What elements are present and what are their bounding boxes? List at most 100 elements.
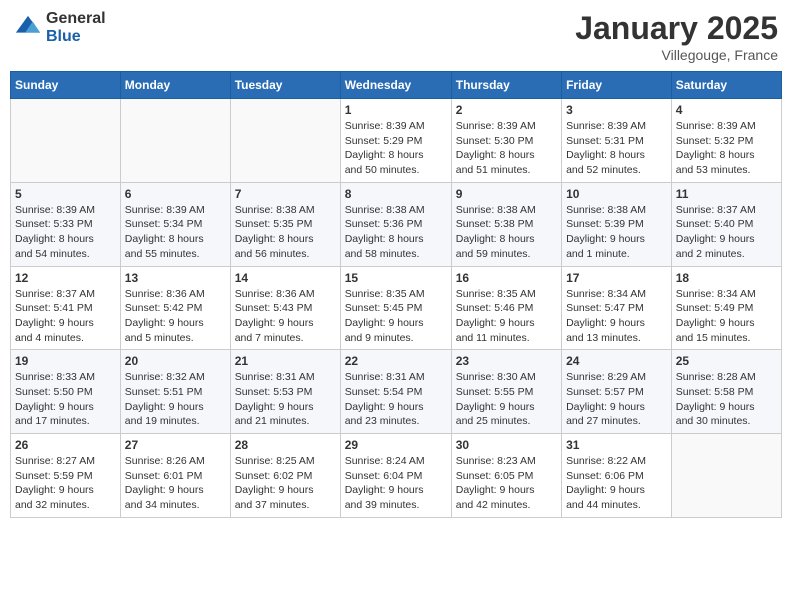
day-info: Sunrise: 8:23 AM Sunset: 6:05 PM Dayligh… [456, 454, 557, 513]
day-info: Sunrise: 8:30 AM Sunset: 5:55 PM Dayligh… [456, 370, 557, 429]
day-number: 11 [676, 187, 777, 201]
day-info: Sunrise: 8:39 AM Sunset: 5:30 PM Dayligh… [456, 119, 557, 178]
calendar-cell: 5Sunrise: 8:39 AM Sunset: 5:33 PM Daylig… [11, 182, 121, 266]
calendar-cell: 14Sunrise: 8:36 AM Sunset: 5:43 PM Dayli… [230, 266, 340, 350]
day-number: 31 [566, 438, 667, 452]
day-number: 28 [235, 438, 336, 452]
calendar-week-row: 1 Sunrise: 8:39 AM Sunset: 5:29 PM Daylig… [11, 99, 782, 183]
day-info: Sunrise: 8:34 AM Sunset: 5:49 PM Dayligh… [676, 287, 777, 346]
day-info: Sunrise: 8:25 AM Sunset: 6:02 PM Dayligh… [235, 454, 336, 513]
calendar-week-row: 26 Sunrise: 8:27 AM Sunset: 5:59 PM Dayli… [11, 434, 782, 518]
day-number: 3 [566, 103, 667, 117]
calendar-cell: 13 Sunrise: 8:36 AM Sunset: 5:42 PM Dayli… [120, 266, 230, 350]
weekday-header: Saturday [671, 72, 781, 99]
calendar-header: SundayMondayTuesdayWednesdayThursdayFrid… [11, 72, 782, 99]
calendar-cell: 31 Sunrise: 8:22 AM Sunset: 6:06 PM Dayli… [562, 434, 672, 518]
day-number: 9 [456, 187, 557, 201]
day-number: 6 [125, 187, 226, 201]
day-info: Sunrise: 8:38 AM Sunset: 5:38 PM Dayligh… [456, 203, 557, 262]
calendar-week-row: 12Sunrise: 8:37 AM Sunset: 5:41 PM Dayli… [11, 266, 782, 350]
day-number: 13 [125, 271, 226, 285]
day-info: Sunrise: 8:37 AM Sunset: 5:40 PM Dayligh… [676, 203, 777, 262]
calendar-cell: 3 Sunrise: 8:39 AM Sunset: 5:31 PM Daylig… [562, 99, 672, 183]
calendar-cell: 17Sunrise: 8:34 AM Sunset: 5:47 PM Dayli… [562, 266, 672, 350]
day-info: Sunrise: 8:32 AM Sunset: 5:51 PM Dayligh… [125, 370, 226, 429]
day-info: Sunrise: 8:26 AM Sunset: 6:01 PM Dayligh… [125, 454, 226, 513]
day-number: 22 [345, 354, 447, 368]
day-info: Sunrise: 8:38 AM Sunset: 5:36 PM Dayligh… [345, 203, 447, 262]
logo-blue: Blue [46, 28, 106, 46]
day-number: 19 [15, 354, 116, 368]
day-number: 4 [676, 103, 777, 117]
calendar-cell: 19 Sunrise: 8:33 AM Sunset: 5:50 PM Dayli… [11, 350, 121, 434]
page-header: General Blue January 2025 Villegouge, Fr… [10, 10, 782, 63]
day-number: 16 [456, 271, 557, 285]
calendar-cell [11, 99, 121, 183]
calendar-cell: 18 Sunrise: 8:34 AM Sunset: 5:49 PM Dayli… [671, 266, 781, 350]
day-info: Sunrise: 8:35 AM Sunset: 5:45 PM Dayligh… [345, 287, 447, 346]
day-info: Sunrise: 8:33 AM Sunset: 5:50 PM Dayligh… [15, 370, 116, 429]
calendar-title: January 2025 [575, 10, 778, 47]
day-number: 26 [15, 438, 116, 452]
day-number: 10 [566, 187, 667, 201]
calendar-cell: 30 Sunrise: 8:23 AM Sunset: 6:05 PM Dayli… [451, 434, 561, 518]
calendar-subtitle: Villegouge, France [575, 47, 778, 63]
day-info: Sunrise: 8:28 AM Sunset: 5:58 PM Dayligh… [676, 370, 777, 429]
day-number: 25 [676, 354, 777, 368]
calendar-cell: 22 Sunrise: 8:31 AM Sunset: 5:54 PM Dayli… [340, 350, 451, 434]
day-info: Sunrise: 8:39 AM Sunset: 5:34 PM Dayligh… [125, 203, 226, 262]
day-number: 21 [235, 354, 336, 368]
day-info: Sunrise: 8:31 AM Sunset: 5:54 PM Dayligh… [345, 370, 447, 429]
weekday-header: Wednesday [340, 72, 451, 99]
calendar-cell: 25 Sunrise: 8:28 AM Sunset: 5:58 PM Dayli… [671, 350, 781, 434]
calendar-cell: 7Sunrise: 8:38 AM Sunset: 5:35 PM Daylig… [230, 182, 340, 266]
calendar-cell: 15Sunrise: 8:35 AM Sunset: 5:45 PM Dayli… [340, 266, 451, 350]
day-info: Sunrise: 8:39 AM Sunset: 5:31 PM Dayligh… [566, 119, 667, 178]
logo-icon [14, 14, 42, 42]
calendar-cell: 1 Sunrise: 8:39 AM Sunset: 5:29 PM Daylig… [340, 99, 451, 183]
calendar-cell: 29Sunrise: 8:24 AM Sunset: 6:04 PM Dayli… [340, 434, 451, 518]
calendar-cell [671, 434, 781, 518]
title-block: January 2025 Villegouge, France [575, 10, 778, 63]
calendar-cell: 11 Sunrise: 8:37 AM Sunset: 5:40 PM Dayli… [671, 182, 781, 266]
day-number: 18 [676, 271, 777, 285]
logo-general: General [46, 10, 106, 28]
calendar-table: SundayMondayTuesdayWednesdayThursdayFrid… [10, 71, 782, 518]
calendar-cell: 6 Sunrise: 8:39 AM Sunset: 5:34 PM Daylig… [120, 182, 230, 266]
calendar-cell [120, 99, 230, 183]
day-number: 29 [345, 438, 447, 452]
logo-text: General Blue [46, 10, 106, 45]
weekday-header: Friday [562, 72, 672, 99]
day-info: Sunrise: 8:36 AM Sunset: 5:43 PM Dayligh… [235, 287, 336, 346]
calendar-cell: 28 Sunrise: 8:25 AM Sunset: 6:02 PM Dayli… [230, 434, 340, 518]
calendar-cell: 2Sunrise: 8:39 AM Sunset: 5:30 PM Daylig… [451, 99, 561, 183]
logo: General Blue [14, 10, 106, 45]
day-info: Sunrise: 8:36 AM Sunset: 5:42 PM Dayligh… [125, 287, 226, 346]
calendar-cell: 10 Sunrise: 8:38 AM Sunset: 5:39 PM Dayli… [562, 182, 672, 266]
day-info: Sunrise: 8:38 AM Sunset: 5:39 PM Dayligh… [566, 203, 667, 262]
calendar-cell: 9 Sunrise: 8:38 AM Sunset: 5:38 PM Daylig… [451, 182, 561, 266]
day-info: Sunrise: 8:22 AM Sunset: 6:06 PM Dayligh… [566, 454, 667, 513]
day-info: Sunrise: 8:39 AM Sunset: 5:29 PM Dayligh… [345, 119, 447, 178]
day-info: Sunrise: 8:27 AM Sunset: 5:59 PM Dayligh… [15, 454, 116, 513]
day-info: Sunrise: 8:31 AM Sunset: 5:53 PM Dayligh… [235, 370, 336, 429]
day-number: 24 [566, 354, 667, 368]
weekday-row: SundayMondayTuesdayWednesdayThursdayFrid… [11, 72, 782, 99]
calendar-cell: 20 Sunrise: 8:32 AM Sunset: 5:51 PM Dayli… [120, 350, 230, 434]
day-number: 1 [345, 103, 447, 117]
day-number: 20 [125, 354, 226, 368]
weekday-header: Thursday [451, 72, 561, 99]
calendar-cell: 8 Sunrise: 8:38 AM Sunset: 5:36 PM Daylig… [340, 182, 451, 266]
day-info: Sunrise: 8:39 AM Sunset: 5:32 PM Dayligh… [676, 119, 777, 178]
day-number: 30 [456, 438, 557, 452]
calendar-week-row: 5Sunrise: 8:39 AM Sunset: 5:33 PM Daylig… [11, 182, 782, 266]
day-info: Sunrise: 8:37 AM Sunset: 5:41 PM Dayligh… [15, 287, 116, 346]
calendar-cell [230, 99, 340, 183]
day-number: 27 [125, 438, 226, 452]
day-info: Sunrise: 8:35 AM Sunset: 5:46 PM Dayligh… [456, 287, 557, 346]
day-number: 23 [456, 354, 557, 368]
calendar-cell: 12Sunrise: 8:37 AM Sunset: 5:41 PM Dayli… [11, 266, 121, 350]
calendar-cell: 24Sunrise: 8:29 AM Sunset: 5:57 PM Dayli… [562, 350, 672, 434]
calendar-cell: 21 Sunrise: 8:31 AM Sunset: 5:53 PM Dayli… [230, 350, 340, 434]
day-number: 8 [345, 187, 447, 201]
